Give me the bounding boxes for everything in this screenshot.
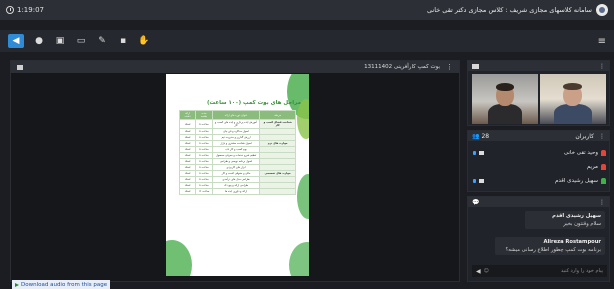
table-cell: شناخت فضای کسب و کار (259, 119, 296, 129)
pointer-icon[interactable]: ✎ (96, 35, 108, 47)
layout-icon[interactable]: ▪ (117, 35, 129, 47)
chat-input[interactable]: ◀ ☺ پیام خود را وارد کنید (472, 265, 607, 277)
attendees-pod: 👥 28 کاربران ⋮ وحید تقی خانی مریم سهیل ر… (467, 130, 610, 192)
window-title: سامانه کلاسهای مجازی شریف : کلاس مجازی د… (427, 6, 592, 14)
slide-title: مراحل های بوت کمپ (۱۰۰ ساعت) (207, 100, 301, 106)
table-header: مدت جلسه (195, 110, 213, 120)
people-icon: 👥 (472, 132, 480, 140)
sharif-logo-icon (596, 4, 608, 16)
share-pod-header: بوت کمپ کارآفرینی 13111402 ⋮ (11, 61, 459, 73)
table-cell: ۱۶ ساعت (195, 188, 213, 195)
attendee-name: وحید تقی خانی (563, 150, 598, 156)
mic-icon (473, 179, 476, 183)
document-icon (17, 64, 23, 70)
attendee-row[interactable]: سهیل رشیدی اقدم (468, 175, 611, 187)
speaker-icon[interactable]: ◀ (8, 34, 24, 48)
table-header: ارائه دهنده (178, 110, 197, 120)
send-icon[interactable]: ◀ (476, 268, 481, 275)
leaf-decoration (166, 240, 192, 276)
pod-options-icon[interactable]: ⋮ (599, 199, 605, 206)
table-cell: استاد (178, 119, 197, 129)
leaf-decoration (297, 174, 309, 219)
video-pod-header: ⋮ (468, 61, 609, 71)
table-cell: استاد (178, 188, 197, 195)
leaf-decoration (289, 242, 309, 276)
share-pod-title: بوت کمپ کارآفرینی 13111402 (364, 64, 440, 70)
chat-sender: سهیل رشیدی اقدم (552, 213, 601, 219)
chat-message: Alireza Rostampour برنامه بوت کمپ چطور ا… (495, 237, 605, 255)
pod-options-icon[interactable]: ⋮ (599, 133, 605, 140)
clock-icon (6, 6, 14, 14)
attendees-title: کاربران (575, 132, 594, 140)
table-row: استاد ۱۶ ساعت ارائه و داوری ایده ها (178, 188, 296, 195)
emoji-icon[interactable]: ☺ (484, 268, 489, 274)
attendee-name: سهیل رشیدی اقدم (554, 178, 598, 184)
chat-input-placeholder: پیام خود را وارد کنید (560, 268, 603, 274)
attendee-row[interactable]: مریم (468, 161, 611, 173)
attendee-count: 👥 28 (472, 132, 490, 140)
chat-sender: Alireza Rostampour (543, 239, 601, 245)
camera-off-icon[interactable]: ▣ (54, 35, 66, 47)
table-header: مرحله (259, 110, 296, 120)
pod-options-icon[interactable]: ⋮ (446, 63, 453, 71)
table-cell: آموزش ایده پردازی و ایده های کسب و کار (211, 119, 261, 129)
chat-text: برنامه بوت کمپ چطور اطلاع رسانی میشه؟ (505, 247, 601, 253)
chat-icon: 💬 (472, 198, 480, 206)
participant-user-icon (601, 178, 606, 184)
share-screen-icon[interactable]: ▭ (75, 35, 87, 47)
download-audio-link[interactable]: Download audio from this page (12, 280, 111, 289)
table-cell: ارائه و داوری ایده ها (211, 188, 261, 195)
host-user-icon (601, 150, 606, 156)
pod-options-icon[interactable]: ⋮ (599, 63, 605, 70)
chat-message: سهیل رشیدی اقدم سلام وقتتون بخیر (525, 211, 605, 229)
raise-hand-icon[interactable]: ✋ (138, 35, 150, 47)
mic-icon (473, 151, 476, 155)
attendees-header: 👥 28 کاربران ⋮ (468, 131, 609, 141)
table-cell: ۸ ساعت (195, 119, 213, 129)
webcam-feed (472, 74, 538, 124)
slide-table: ارائه دهنده مدت جلسه عنوان دوره های ارائ… (178, 110, 296, 195)
session-timer: 1:19:07 (6, 6, 44, 14)
table-cell (259, 188, 296, 195)
attendee-name: مریم (586, 164, 598, 170)
download-audio-label: Download audio from this page (21, 281, 108, 288)
attendee-row[interactable]: وحید تقی خانی (468, 147, 611, 159)
table-row: استاد ۸ ساعت آموزش ایده پردازی و ایده های … (178, 119, 296, 129)
play-icon (15, 282, 19, 287)
chat-pod: 💬 ⋮ سهیل رشیدی اقدم سلام وقتتون بخیر Ali… (467, 196, 610, 282)
host-user-icon (601, 164, 606, 170)
camera-icon (479, 151, 484, 155)
hamburger-menu-icon[interactable]: ≡ (598, 36, 606, 47)
camera-icon (479, 179, 484, 183)
toolbar: ◀ ● ▣ ▭ ✎ ▪ ✋ ≡ (0, 30, 614, 52)
timer-text: 1:19:07 (17, 6, 44, 14)
webcam-feed (540, 74, 606, 124)
mic-icon[interactable]: ● (33, 35, 45, 47)
presentation-slide: مراحل های بوت کمپ (۱۰۰ ساعت) ارائه دهنده… (166, 74, 309, 276)
share-pod: بوت کمپ کارآفرینی 13111402 ⋮ مراحل های ب… (10, 60, 460, 282)
table-header: عنوان دوره های ارائه (211, 110, 261, 120)
video-pod: ⋮ (467, 60, 610, 126)
chat-text: سلام وقتتون بخیر (563, 221, 601, 227)
video-icon (472, 63, 479, 69)
chat-header: 💬 ⋮ (468, 197, 609, 207)
title-bar: 1:19:07 سامانه کلاسهای مجازی شریف : کلاس… (0, 0, 614, 20)
